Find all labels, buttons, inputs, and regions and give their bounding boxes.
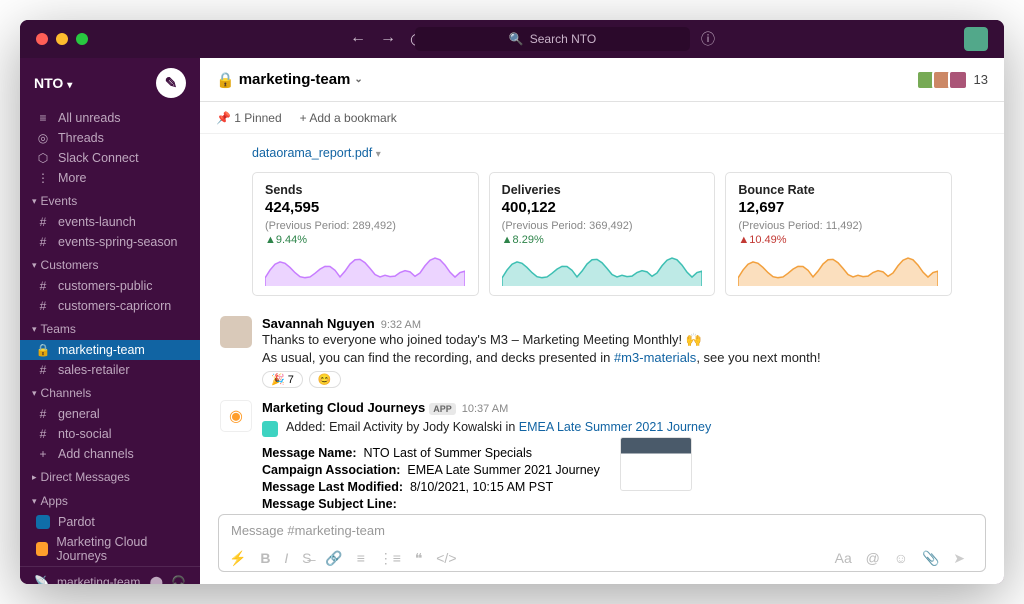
sidebar: NTO ▾ ✎ ≡All unreads◎Threads⬡Slack Conne… [20, 58, 200, 584]
titlebar: ← → ◷ 🔍 Search NTO ⓘ [20, 20, 1004, 58]
email-preview-thumbnail[interactable] [620, 437, 692, 491]
members-button[interactable]: 13 [920, 70, 988, 90]
channel-prefix-icon: # [36, 299, 50, 313]
sidebar-item-events-spring-season[interactable]: #events-spring-season [20, 232, 200, 252]
metric-card-sends: Sends424,595 (Previous Period: 289,492)▲… [252, 172, 479, 296]
nav-forward-icon[interactable]: → [380, 29, 396, 49]
channel-name-button[interactable]: 🔒 marketing-team ⌄ [216, 71, 363, 89]
avatar[interactable] [220, 316, 252, 348]
sidebar-item-general[interactable]: #general [20, 404, 200, 424]
sidebar-item-Add channels[interactable]: +Add channels [20, 444, 200, 464]
add-bookmark-button[interactable]: + Add a bookmark [300, 111, 397, 125]
sidebar-item-marketing-team[interactable]: 🔒marketing-team [20, 340, 200, 360]
mention-icon[interactable]: @ [866, 550, 880, 566]
channel-prefix-icon: # [36, 427, 50, 441]
window-maximize[interactable] [76, 33, 88, 45]
section-channels[interactable]: ▾Channels [20, 382, 200, 404]
channel-prefix-icon: # [36, 363, 50, 377]
lock-icon: 🔒 [216, 71, 235, 89]
channel-prefix-icon: 🔒 [36, 343, 50, 357]
window-close[interactable] [36, 33, 48, 45]
message-fields: Message Name: NTO Last of Summer Special… [262, 443, 600, 514]
section-direct-messages[interactable]: ▸Direct Messages [20, 466, 200, 488]
nav-icon: ⬡ [36, 151, 50, 165]
bold-icon[interactable]: B [260, 550, 270, 566]
channel-prefix-icon: # [36, 235, 50, 249]
italic-icon[interactable]: I [284, 550, 288, 566]
search-icon: 🔍 [509, 32, 524, 46]
reaction-tada[interactable]: 🎉 7 [262, 371, 303, 388]
window-minimize[interactable] [56, 33, 68, 45]
message-timestamp: 9:32 AM [381, 319, 421, 331]
shortcuts-icon[interactable]: ⚡ [229, 550, 246, 566]
message-author[interactable]: Savannah Nguyen [262, 316, 375, 331]
sidebar-item-sales-retailer[interactable]: #sales-retailer [20, 360, 200, 380]
sidebar-item-all-unreads[interactable]: ≡All unreads [20, 108, 200, 128]
channel-prefix-icon: # [36, 279, 50, 293]
pinned-button[interactable]: 📌 1 Pinned [216, 111, 282, 125]
huddle-label: marketing-team [57, 575, 140, 584]
channel-prefix-icon: + [36, 447, 50, 461]
strike-icon[interactable]: S̶ [302, 550, 311, 566]
nav-icon: ⋮ [36, 171, 50, 185]
link-icon[interactable]: 🔗 [325, 550, 342, 566]
chevron-down-icon[interactable]: ▾ [376, 149, 381, 160]
channel-prefix-icon: # [36, 407, 50, 421]
section-teams[interactable]: ▾Teams [20, 318, 200, 340]
send-icon[interactable]: ➤ [953, 550, 965, 566]
nav-back-icon[interactable]: ← [350, 29, 366, 49]
message-timestamp: 10:37 AM [462, 403, 508, 415]
app-icon [36, 515, 50, 529]
section-customers[interactable]: ▾Customers [20, 254, 200, 276]
member-count: 13 [974, 72, 988, 87]
code-icon[interactable]: </> [436, 550, 456, 566]
app-badge: APP [429, 403, 456, 415]
ol-icon[interactable]: ≡ [357, 550, 365, 566]
help-icon[interactable]: ⓘ [701, 29, 715, 49]
sidebar-item-threads[interactable]: ◎Threads [20, 128, 200, 148]
sidebar-item-events-launch[interactable]: #events-launch [20, 212, 200, 232]
sidebar-item-more[interactable]: ⋮More [20, 168, 200, 188]
chevron-down-icon: ⌄ [354, 74, 362, 85]
attach-icon[interactable]: 📎 [922, 550, 939, 566]
emoji-icon[interactable]: ☺ [894, 550, 908, 566]
section-apps[interactable]: ▾Apps [20, 490, 200, 512]
sidebar-item-slack-connect[interactable]: ⬡Slack Connect [20, 148, 200, 168]
metric-card-deliveries: Deliveries400,122 (Previous Period: 369,… [489, 172, 716, 296]
section-events[interactable]: ▾Events [20, 190, 200, 212]
message-author[interactable]: Marketing Cloud Journeys [262, 400, 425, 415]
composer-placeholder[interactable]: Message #marketing-team [219, 515, 985, 546]
format-icon[interactable]: Aa [835, 550, 852, 566]
app-item-marketing-cloud-journeys[interactable]: Marketing Cloud Journeys [20, 532, 200, 566]
channel-prefix-icon: # [36, 215, 50, 229]
workspace-name[interactable]: NTO [34, 75, 63, 91]
search-placeholder: Search NTO [530, 32, 596, 46]
sidebar-item-nto-social[interactable]: #nto-social [20, 424, 200, 444]
app-icon [36, 542, 48, 556]
sidebar-item-customers-public[interactable]: #customers-public [20, 276, 200, 296]
ul-icon[interactable]: ⋮≡ [379, 550, 401, 566]
headphones-icon[interactable]: 🎧 [171, 575, 186, 584]
add-reaction-button[interactable]: 😊 [309, 371, 341, 388]
email-activity-icon [262, 421, 278, 437]
journey-link[interactable]: EMEA Late Summer 2021 Journey [519, 420, 711, 434]
huddle-bar[interactable]: 📡 marketing-team ⬤ 🎧 [20, 566, 200, 584]
huddle-toggle[interactable]: ⬤ [150, 575, 163, 584]
nav-icon: ≡ [36, 111, 50, 125]
antenna-icon: 📡 [34, 575, 49, 584]
app-avatar[interactable]: ◉ [220, 400, 252, 432]
message-composer[interactable]: Message #marketing-team ⚡ B I S̶ 🔗 ≡ ⋮≡ … [218, 514, 986, 572]
compose-button[interactable]: ✎ [156, 68, 186, 98]
nav-icon: ◎ [36, 131, 50, 145]
search-input[interactable]: 🔍 Search NTO [415, 27, 690, 51]
file-attachment-link[interactable]: dataorama_report.pdf [252, 146, 372, 160]
message-body: Thanks to everyone who joined today's M3… [262, 331, 984, 367]
quote-icon[interactable]: ❝ [415, 550, 423, 566]
chevron-down-icon: ▾ [67, 80, 72, 91]
user-avatar[interactable] [964, 27, 988, 51]
app-item-pardot[interactable]: Pardot [20, 512, 200, 532]
channel-mention-link[interactable]: #m3-materials [614, 350, 696, 365]
sidebar-item-customers-capricorn[interactable]: #customers-capricorn [20, 296, 200, 316]
metric-card-bounce-rate: Bounce Rate12,697 (Previous Period: 11,4… [725, 172, 952, 296]
